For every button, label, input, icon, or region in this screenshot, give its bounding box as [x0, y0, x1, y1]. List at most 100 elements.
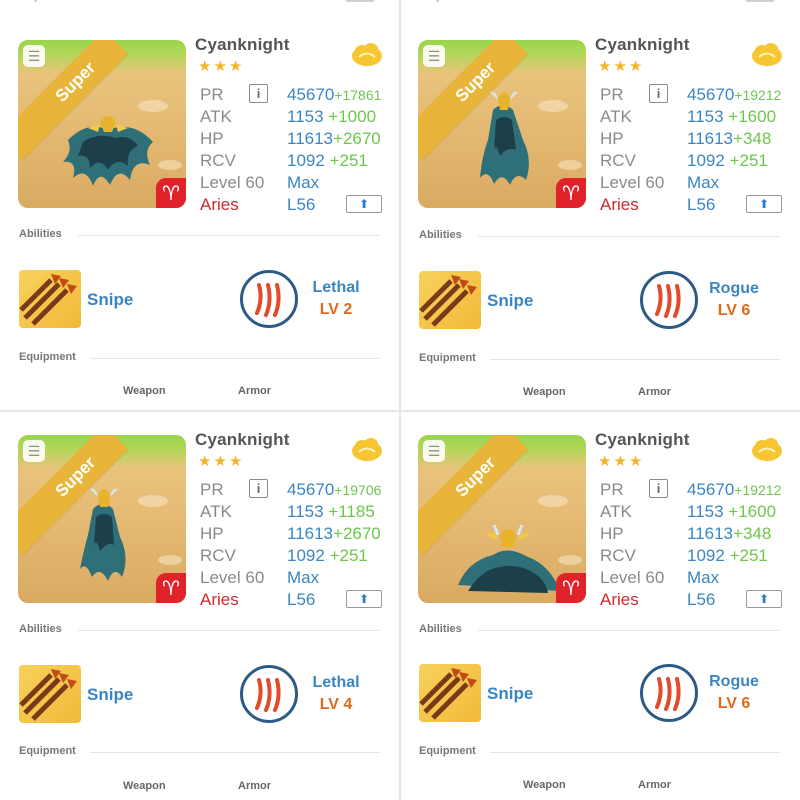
aries-zodiac-icon: ♈	[556, 178, 586, 208]
info-icon[interactable]: i	[649, 479, 668, 498]
snipe-skill-icon[interactable]	[419, 271, 481, 329]
stat-rcv: RCV 1092 +251	[200, 150, 390, 172]
weapon-slot-label[interactable]: Weapon	[123, 780, 166, 792]
stat-label: ATK	[200, 502, 232, 521]
stat-label: Level 60	[600, 568, 665, 587]
star-rating: ★★★	[598, 453, 645, 470]
info-icon[interactable]: i	[649, 84, 668, 103]
cloud-icon[interactable]	[350, 435, 384, 463]
stat-pr: PR i 45670+19212	[600, 84, 790, 106]
stat-value: 45670+19212	[687, 85, 782, 104]
note-icon[interactable]: ☰	[23, 440, 45, 462]
section-divider	[78, 630, 380, 631]
stat-label: ATK	[200, 107, 232, 126]
cloud-icon[interactable]	[350, 40, 384, 68]
section-divider	[78, 235, 380, 236]
upgrade-button[interactable]: ⬆	[346, 590, 382, 608]
info-icon[interactable]: i	[249, 479, 268, 498]
abilities-title: Abilities	[419, 623, 462, 635]
stat-value: 11613+348	[687, 129, 772, 148]
note-icon[interactable]: ☰	[23, 45, 45, 67]
skill-name: Snipe	[87, 290, 134, 309]
stat-level: Level 60 Max	[200, 172, 390, 194]
stat-label: PR	[200, 85, 224, 104]
stat-hp: HP 11613+348	[600, 128, 790, 150]
cyanknight-sprite	[80, 488, 126, 581]
stat-atk: ATK 1153 +1185	[200, 501, 390, 523]
stat-value: 1092 +251	[287, 546, 368, 565]
monster-portrait[interactable]: Super ☰ ♈	[418, 40, 586, 208]
monster-panel-4: Super ☰ ♈ Cyanknight ★★★ PR i 45670+1921…	[400, 395, 800, 795]
cyanknight-sprite	[63, 116, 153, 186]
abilities-title: Abilities	[19, 623, 62, 635]
cloud-icon[interactable]	[750, 40, 784, 68]
monster-portrait[interactable]: Super ☰ ♈	[18, 435, 186, 603]
snipe-skill-icon[interactable]	[419, 664, 481, 722]
section-divider	[90, 752, 380, 753]
stat-value: 1153 +1000	[287, 107, 377, 126]
section-divider	[478, 630, 780, 631]
monster-name: Cyanknight	[195, 35, 290, 54]
note-icon[interactable]: ☰	[423, 440, 445, 462]
cloud-icon[interactable]	[750, 435, 784, 463]
upgrade-button[interactable]: ⬆	[746, 590, 782, 608]
stat-element: Aries L56 ⬆	[200, 194, 390, 216]
claw-marks-icon	[655, 677, 681, 711]
stat-value: Max	[687, 568, 720, 587]
stat-label: HP	[200, 129, 224, 148]
weapon-slot-label[interactable]: Weapon	[523, 779, 566, 791]
aries-zodiac-icon: ♈	[156, 178, 186, 208]
claw-marks-icon	[255, 283, 281, 317]
ability-level: LV 2	[319, 301, 353, 318]
stat-atk: ATK 1153 +1600	[600, 106, 790, 128]
claw-ability-icon[interactable]	[640, 271, 698, 329]
element-label: Aries	[200, 195, 239, 214]
equipment-title: Equipment	[419, 745, 476, 757]
stat-value: Max	[687, 173, 720, 192]
claw-ability-icon[interactable]	[240, 665, 298, 723]
ability-name: Rogue	[709, 673, 759, 690]
stat-value: 1092 +251	[687, 546, 768, 565]
stat-label: RCV	[600, 151, 636, 170]
element-label: Aries	[600, 590, 639, 609]
stat-value: 1153 +1600	[687, 107, 777, 126]
stat-label: HP	[600, 129, 624, 148]
stat-value: Max	[287, 568, 320, 587]
claw-ability-icon[interactable]	[640, 664, 698, 722]
cyanknight-sprite	[480, 91, 529, 185]
stat-label: PR	[600, 480, 624, 499]
arrows-icon	[19, 669, 77, 721]
ability-name: Rogue	[709, 280, 759, 297]
skill-level: L56	[687, 195, 716, 214]
stat-label: RCV	[200, 151, 236, 170]
armor-slot-label[interactable]: Armor	[638, 779, 671, 791]
monster-panel-2: Super ☰ ♈ Cyanknight ★★★ PR i 45670+1921…	[400, 0, 800, 400]
stat-value: 45670+19212	[687, 480, 782, 499]
armor-slot-label[interactable]: Armor	[238, 780, 271, 792]
snipe-skill-icon[interactable]	[19, 665, 81, 723]
stat-element: Aries L56 ⬆	[600, 194, 790, 216]
skill-name: Snipe	[487, 291, 534, 310]
star-rating: ★★★	[598, 58, 645, 75]
info-icon[interactable]: i	[249, 84, 268, 103]
aries-zodiac-icon: ♈	[156, 573, 186, 603]
monster-name: Cyanknight	[595, 35, 690, 54]
star-rating: ★★★	[198, 453, 245, 470]
equipment-title: Equipment	[419, 352, 476, 364]
monster-portrait[interactable]: Super ☰ ♈	[18, 40, 186, 208]
monster-panel-1: Super ☰ ♈ Cyanknight ★★★ PR i 45670+1786…	[0, 0, 400, 400]
stat-hp: HP 11613+2670	[200, 128, 390, 150]
stat-value: 1153 +1185	[287, 502, 375, 521]
claw-ability-icon[interactable]	[240, 270, 298, 328]
upgrade-button[interactable]: ⬆	[346, 195, 382, 213]
snipe-skill-icon[interactable]	[19, 270, 81, 328]
stat-label: Level 60	[600, 173, 665, 192]
ability-level: LV 6	[717, 302, 751, 319]
section-divider	[478, 236, 780, 237]
stat-level: Level 60 Max	[200, 567, 390, 589]
note-icon[interactable]: ☰	[423, 45, 445, 67]
skill-level: L56	[287, 590, 316, 609]
skill-level: L56	[687, 590, 716, 609]
upgrade-button[interactable]: ⬆	[746, 195, 782, 213]
monster-portrait[interactable]: Super ☰ ♈	[418, 435, 586, 603]
